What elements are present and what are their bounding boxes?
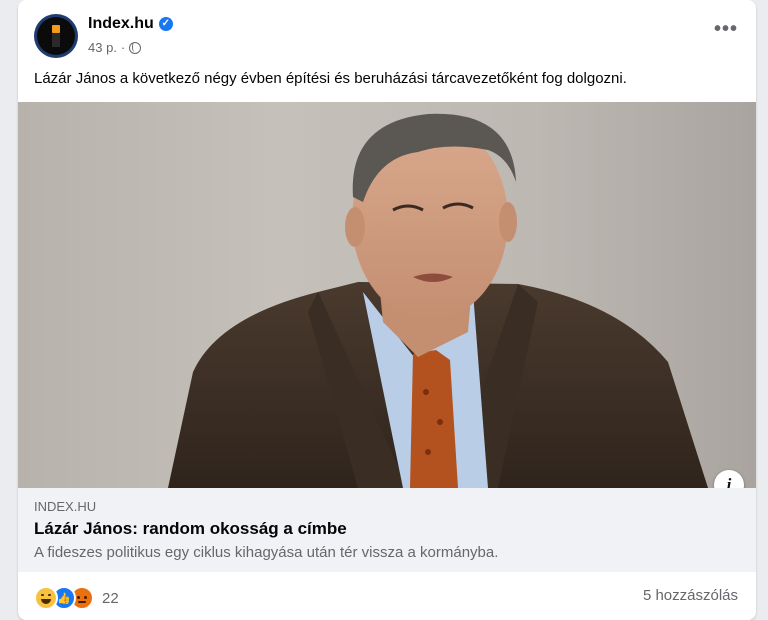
portrait-image: [168, 113, 708, 488]
link-title: Lázár János: random okosság a címbe: [34, 519, 347, 538]
more-options-button[interactable]: •••: [714, 19, 738, 39]
page-name-link[interactable]: Index.hu ✓: [88, 15, 173, 33]
post-timestamp[interactable]: 43 p.: [88, 40, 117, 55]
link-description: A fideszes politikus egy ciklus kihagyás…: [34, 544, 499, 561]
comments-count-link[interactable]: 5 hozzászólás: [643, 587, 738, 604]
post-header: Index.hu ✓ 43 p. · ••• Lázár János a köv…: [18, 0, 756, 100]
page-avatar[interactable]: [34, 14, 78, 58]
post-card: Index.hu ✓ 43 p. · ••• Lázár János a köv…: [18, 0, 756, 620]
haha-reaction-icon: [34, 586, 58, 610]
globe-icon[interactable]: [129, 41, 142, 54]
link-domain: INDEX.HU: [34, 499, 97, 514]
post-text: Lázár János a következő négy évben építé…: [34, 70, 627, 87]
verified-badge-icon: ✓: [158, 17, 173, 31]
page-name: Index.hu: [88, 15, 154, 32]
post-meta: 43 p. ·: [88, 40, 142, 55]
post-photo[interactable]: i: [18, 102, 756, 488]
reaction-count: 22: [102, 589, 119, 607]
index-logo-icon: [37, 17, 75, 55]
reactions-summary[interactable]: 👍 22: [34, 586, 119, 610]
reactions-bar: 👍 22 5 hozzászólás: [18, 572, 756, 620]
link-preview[interactable]: INDEX.HU Lázár János: random okosság a c…: [18, 488, 756, 572]
